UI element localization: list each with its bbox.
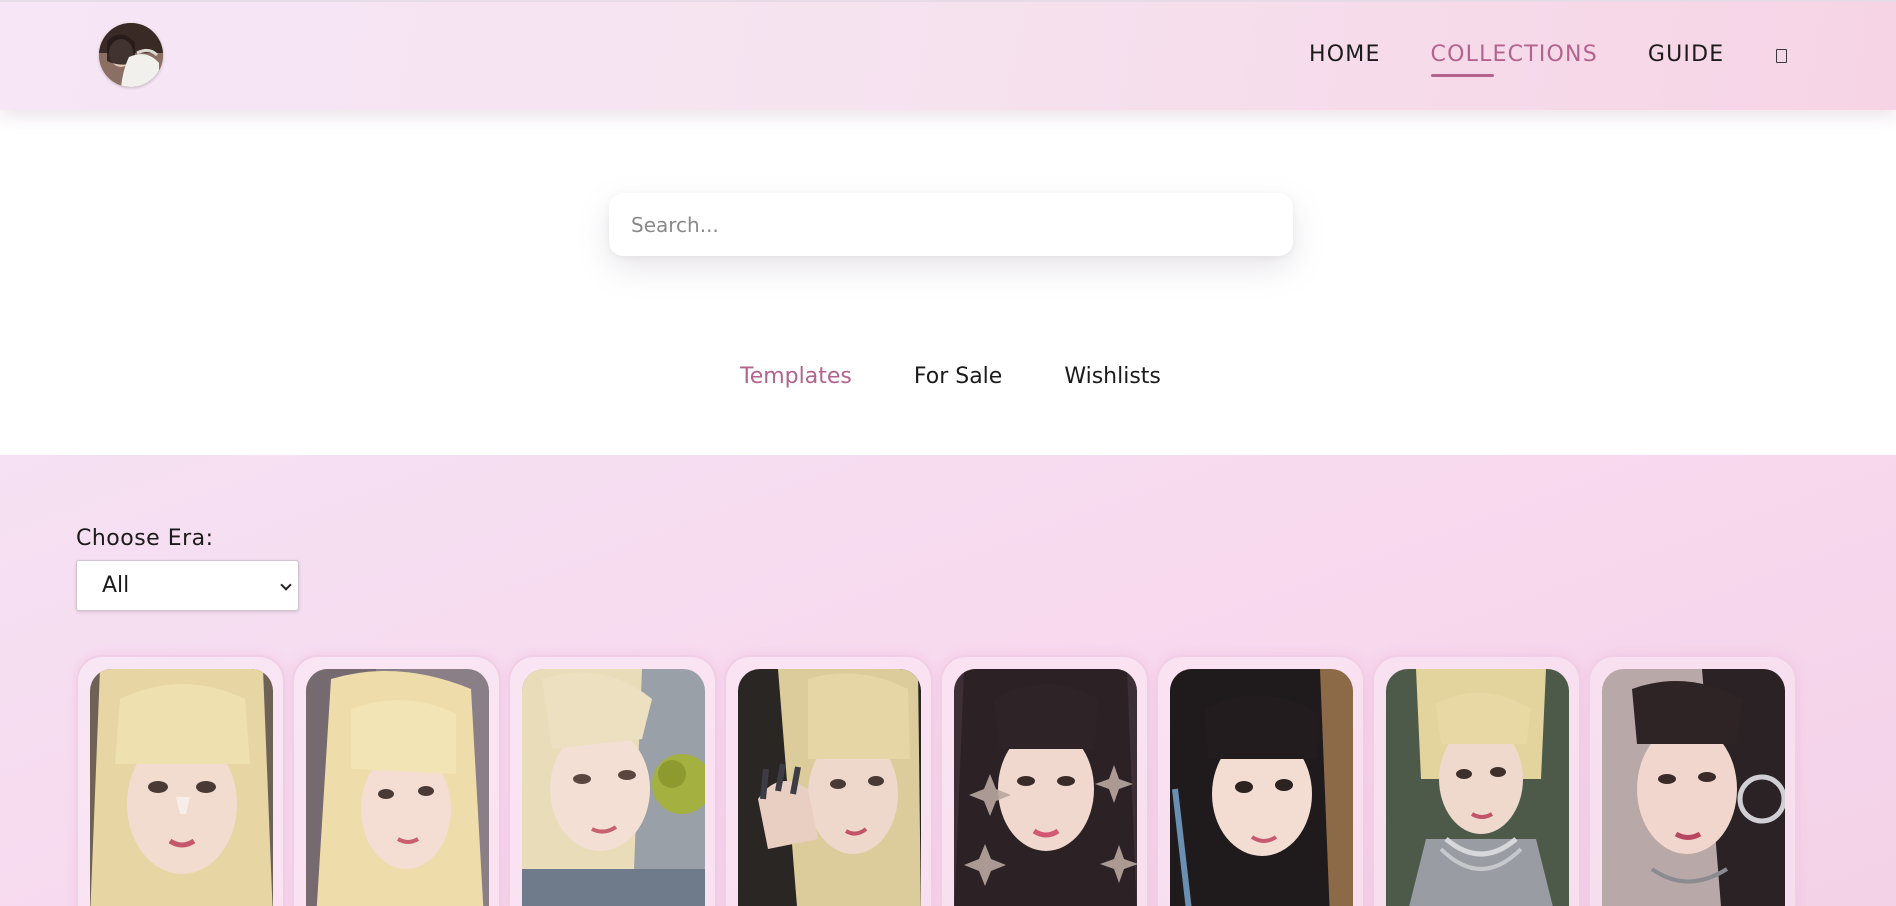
avatar-image: [99, 23, 163, 87]
photocard[interactable]: [76, 655, 285, 906]
photocard[interactable]: [724, 655, 933, 906]
photocard-image: [90, 669, 273, 906]
nav-guide[interactable]: GUIDE: [1648, 42, 1724, 67]
nav-home[interactable]: HOME: [1309, 42, 1381, 67]
search-input[interactable]: [609, 193, 1293, 256]
era-select-value: All: [102, 573, 130, 598]
photocard[interactable]: [292, 655, 501, 906]
photocard-image: [1386, 669, 1569, 906]
site-header: HOME COLLECTIONS GUIDE: [0, 0, 1896, 110]
gallery-section: Choose Era: All: [0, 455, 1896, 906]
profile-avatar[interactable]: [99, 23, 163, 87]
tab-wishlists[interactable]: Wishlists: [1064, 364, 1161, 389]
photocard[interactable]: [1156, 655, 1365, 906]
era-filter-label: Choose Era:: [76, 526, 214, 551]
chevron-down-icon: [280, 579, 292, 591]
box-icon[interactable]: [1776, 49, 1788, 63]
search-box: [609, 193, 1293, 256]
tab-for-sale[interactable]: For Sale: [914, 364, 1002, 389]
photocard[interactable]: [940, 655, 1149, 906]
main-nav: HOME COLLECTIONS GUIDE: [1309, 42, 1788, 77]
era-select[interactable]: All: [76, 560, 299, 611]
photocard[interactable]: [508, 655, 717, 906]
photocard-image: [306, 669, 489, 906]
nav-collections[interactable]: COLLECTIONS: [1430, 42, 1598, 77]
photocard-image: [738, 669, 921, 906]
photocard-grid: [76, 655, 1804, 906]
photocard-image: [522, 669, 705, 906]
photocard[interactable]: [1372, 655, 1581, 906]
collection-tabs: Templates For Sale Wishlists: [740, 364, 1161, 389]
photocard-image: [954, 669, 1137, 906]
photocard[interactable]: [1588, 655, 1797, 906]
photocard-image: [1170, 669, 1353, 906]
tab-templates[interactable]: Templates: [740, 364, 852, 389]
photocard-image: [1602, 669, 1785, 906]
